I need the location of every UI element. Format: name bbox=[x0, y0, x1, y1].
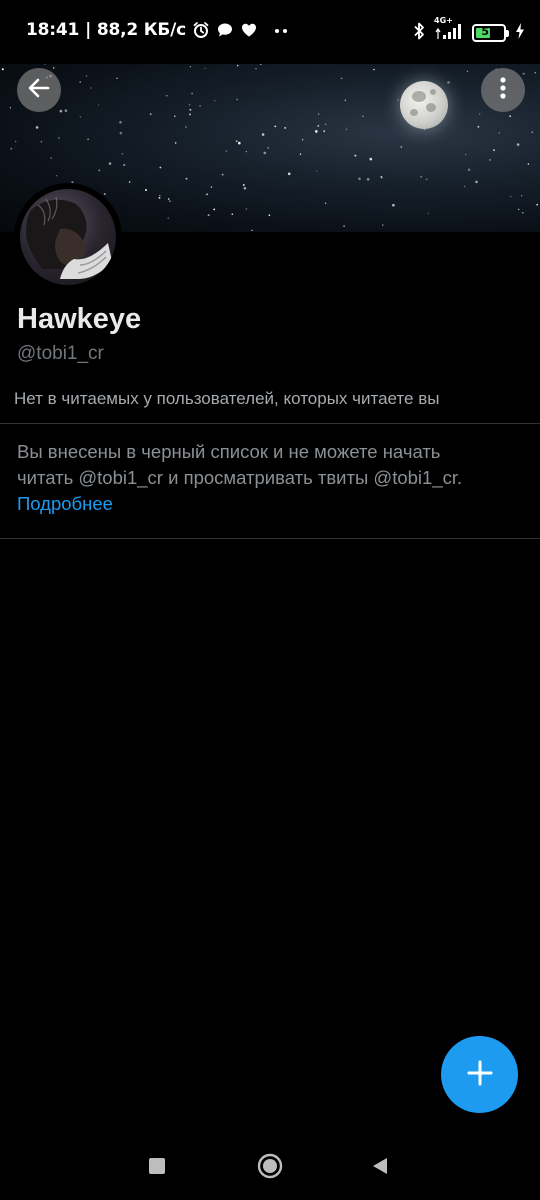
back-button[interactable] bbox=[17, 68, 61, 112]
battery-cap bbox=[506, 30, 509, 37]
more-vertical-icon bbox=[499, 75, 507, 105]
divider-bottom bbox=[0, 538, 540, 539]
moon-image bbox=[400, 81, 448, 129]
status-left: 18:41 | 88,2 КБ/с bbox=[26, 20, 290, 40]
more-dots-icon bbox=[272, 21, 290, 39]
blocked-notice-line1: Вы внесены в черный список и не можете н… bbox=[17, 441, 441, 462]
recents-square-icon bbox=[148, 1157, 166, 1179]
blocked-notice-line2: читать @tobi1_cr и просматривать твиты @… bbox=[17, 467, 463, 488]
divider-top bbox=[0, 423, 540, 424]
system-nav-bar bbox=[0, 1130, 540, 1200]
status-right: 4G+ 52 bbox=[412, 16, 526, 45]
back-nav-button[interactable] bbox=[362, 1150, 398, 1186]
avatar-image bbox=[20, 189, 116, 285]
follow-info-text: Нет в читаемых у пользователей, которых … bbox=[14, 389, 440, 408]
more-options-button[interactable] bbox=[481, 68, 525, 112]
blocked-notice: Вы внесены в черный список и не можете н… bbox=[17, 439, 522, 517]
status-bar: 18:41 | 88,2 КБ/с 4G+ 52 bbox=[0, 0, 540, 64]
arrow-left-icon bbox=[26, 75, 52, 105]
compose-tweet-button[interactable] bbox=[441, 1036, 518, 1113]
home-circle-icon bbox=[256, 1152, 284, 1184]
learn-more-link[interactable]: Подробнее bbox=[17, 491, 522, 517]
display-name: Hawkeye bbox=[17, 303, 142, 335]
plus-icon bbox=[466, 1059, 494, 1091]
heart-icon bbox=[240, 21, 258, 39]
battery-level: 52 bbox=[481, 25, 497, 38]
bluetooth-icon bbox=[412, 21, 426, 45]
chat-bubble-icon bbox=[216, 21, 234, 39]
alarm-icon bbox=[192, 21, 210, 39]
avatar[interactable] bbox=[14, 183, 122, 291]
home-button[interactable] bbox=[252, 1150, 288, 1186]
signal-icon: 4G+ bbox=[434, 16, 464, 45]
battery-icon: 52 bbox=[472, 24, 509, 42]
profile-handle: @tobi1_cr bbox=[17, 343, 104, 364]
status-time: 18:41 bbox=[26, 20, 80, 40]
charging-icon bbox=[514, 22, 526, 44]
network-speed: | 88,2 КБ/с bbox=[85, 20, 187, 40]
recents-button[interactable] bbox=[139, 1150, 175, 1186]
back-triangle-icon bbox=[371, 1156, 389, 1180]
network-type-label: 4G+ bbox=[434, 16, 453, 25]
